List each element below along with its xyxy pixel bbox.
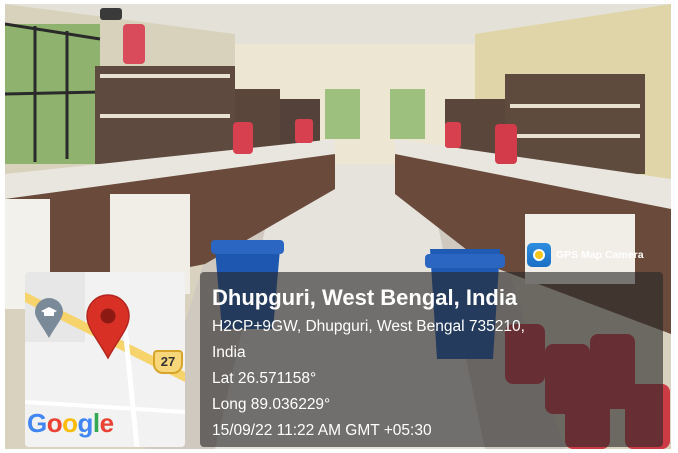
photo-frame: 27 Google GPS Map Camera Dhupguri, West …: [5, 4, 671, 449]
datetime-text: 15/09/22 11:22 AM GMT +05:30: [212, 422, 432, 439]
location-map: 27 Google: [25, 272, 185, 447]
gps-map-camera-badge: GPS Map Camera: [527, 242, 644, 268]
road-number-shield: 27: [153, 350, 183, 374]
map-pin-icon: [86, 294, 130, 360]
google-logo: Google: [27, 408, 114, 438]
latitude-text: Lat 26.571158°: [212, 370, 317, 387]
place-title: Dhupguri, West Bengal, India: [212, 285, 518, 310]
location-info-panel: Dhupguri, West Bengal, India H2CP+9GW, D…: [200, 272, 663, 447]
address-line: H2CP+9GW, Dhupguri, West Bengal 735210,: [212, 318, 525, 335]
longitude-text: Long 89.036229°: [212, 396, 331, 413]
badge-label: GPS Map Camera: [556, 249, 644, 261]
gps-camera-icon: [527, 243, 551, 267]
education-pin-icon: [35, 298, 63, 338]
address-line: India: [212, 344, 246, 361]
